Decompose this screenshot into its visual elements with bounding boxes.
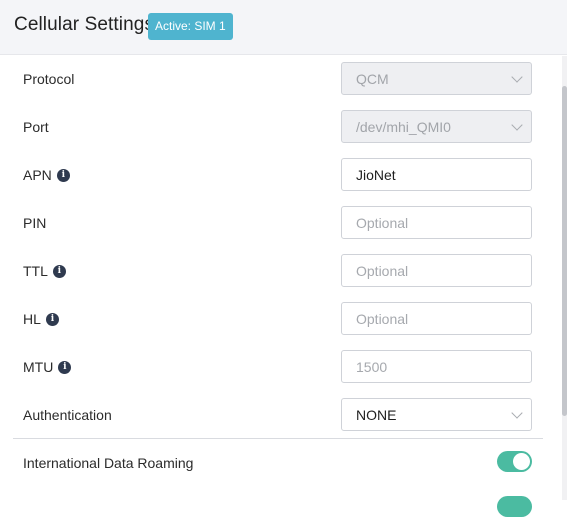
roaming-label: International Data Roaming — [23, 455, 194, 471]
protocol-row: Protocol QCM — [0, 55, 540, 103]
toggle-knob — [513, 453, 530, 470]
apn-row: APN i — [0, 151, 540, 199]
authentication-value: NONE — [341, 398, 532, 431]
info-icon[interactable]: i — [52, 264, 66, 278]
page-title: Cellular Settings — [14, 14, 155, 35]
page-header: Cellular Settings Active: SIM 1 — [0, 0, 567, 55]
mtu-input[interactable] — [341, 350, 532, 383]
protocol-value: QCM — [341, 62, 532, 95]
info-icon[interactable]: i — [56, 168, 70, 182]
apn-input[interactable] — [341, 158, 532, 191]
mtu-label: MTU — [23, 359, 54, 375]
ttl-row: TTL i — [0, 247, 540, 295]
info-icon[interactable]: i — [58, 360, 72, 374]
info-icon[interactable]: i — [45, 312, 59, 326]
pin-row: PIN — [0, 199, 540, 247]
scrollbar-thumb[interactable] — [562, 86, 567, 416]
next-toggle[interactable] — [497, 496, 532, 517]
pin-input[interactable] — [341, 206, 532, 239]
port-select[interactable]: /dev/mhi_QMI0 — [341, 110, 532, 143]
hl-label: HL — [23, 311, 41, 327]
protocol-label: Protocol — [23, 71, 75, 87]
hl-input[interactable] — [341, 302, 532, 335]
hl-row: HL i — [0, 295, 540, 343]
port-label: Port — [23, 119, 49, 135]
apn-label: APN — [23, 167, 52, 183]
authentication-label: Authentication — [23, 407, 112, 423]
roaming-row: International Data Roaming — [0, 439, 540, 487]
mtu-row: MTU i — [0, 343, 540, 391]
port-value: /dev/mhi_QMI0 — [341, 110, 532, 143]
protocol-select[interactable]: QCM — [341, 62, 532, 95]
authentication-select[interactable]: NONE — [341, 398, 532, 431]
authentication-row: Authentication NONE — [0, 391, 540, 439]
ttl-input[interactable] — [341, 254, 532, 287]
roaming-toggle[interactable] — [497, 451, 532, 472]
active-sim-badge: Active: SIM 1 — [148, 13, 233, 40]
pin-label: PIN — [23, 215, 47, 231]
port-row: Port /dev/mhi_QMI0 — [0, 103, 540, 151]
scrollbar[interactable] — [562, 56, 567, 500]
ttl-label: TTL — [23, 263, 48, 279]
